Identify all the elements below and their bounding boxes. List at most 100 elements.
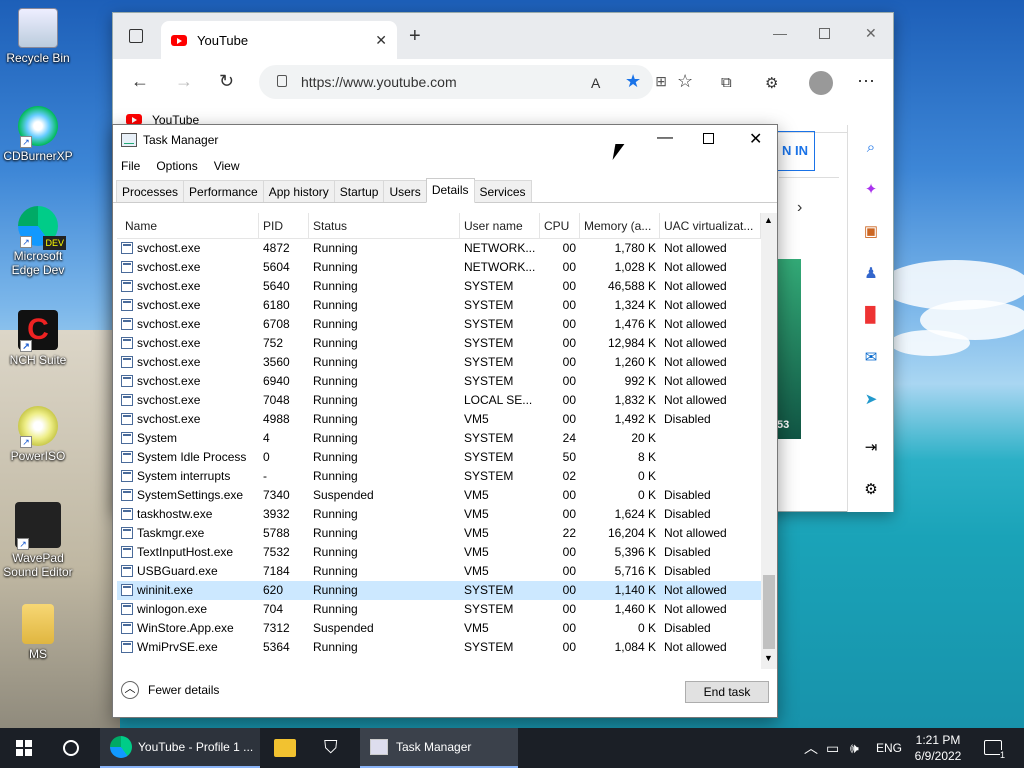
table-row[interactable]: WinStore.App.exe 7312 Suspended VM5 00 0 K Dis…: [117, 619, 761, 638]
desktop-icon-ms[interactable]: MS: [0, 604, 76, 661]
table-row[interactable]: svchost.exe 752 Running SYSTEM 00 12,984 K Not…: [117, 334, 761, 353]
table-row[interactable]: TextInputHost.exe 7532 Running VM5 00 5,396 K…: [117, 543, 761, 562]
settings-icon[interactable]: ⚙: [862, 481, 880, 499]
close-window-icon[interactable]: ✕: [865, 25, 877, 42]
volume-icon[interactable]: 🕪: [850, 728, 859, 768]
column-header-status[interactable]: Status: [309, 213, 460, 239]
close-tab-icon[interactable]: ✕: [375, 32, 387, 49]
table-row[interactable]: svchost.exe 5604 Running NETWORK... 00 1,028 …: [117, 258, 761, 277]
network-icon[interactable]: ▭: [826, 728, 839, 768]
column-header-pid[interactable]: PID: [259, 213, 309, 239]
title-bar[interactable]: Task Manager — ✕: [113, 125, 777, 155]
new-tab-icon[interactable]: +: [409, 25, 421, 48]
desktop-icon-cdburnerxp[interactable]: ↗ CDBurnerXP: [0, 106, 76, 163]
table-row[interactable]: svchost.exe 6180 Running SYSTEM 00 1,324 K Not…: [117, 296, 761, 315]
column-header-uac[interactable]: UAC virtualizat...: [660, 213, 761, 239]
desktop-icon-nch-suite[interactable]: C ↗ NCH Suite: [0, 310, 76, 367]
more-icon[interactable]: ⋯: [857, 71, 875, 92]
column-header-user[interactable]: User name: [460, 213, 540, 239]
table-row[interactable]: Taskmgr.exe 5788 Running VM5 22 16,204 K Not a…: [117, 524, 761, 543]
apps-icon[interactable]: ⊞: [655, 73, 667, 90]
cell-cpu: 00: [562, 317, 576, 331]
games-icon[interactable]: ♟: [862, 265, 880, 283]
back-icon[interactable]: ←: [131, 71, 149, 92]
taskbar-item-task-manager[interactable]: Task Manager: [360, 728, 518, 768]
minimize-icon[interactable]: —: [657, 129, 673, 147]
forward-icon[interactable]: →: [175, 71, 193, 92]
maximize-icon[interactable]: [819, 28, 830, 39]
maximize-icon[interactable]: [703, 133, 714, 144]
table-row[interactable]: SystemSettings.exe 7340 Suspended VM5 00 0 K D…: [117, 486, 761, 505]
office-icon[interactable]: ▉: [862, 307, 880, 325]
search-icon[interactable]: ⌕: [862, 139, 880, 157]
column-header-cpu[interactable]: CPU: [540, 213, 580, 239]
scroll-up-icon[interactable]: ▲: [764, 215, 773, 225]
sign-in-button[interactable]: N IN: [777, 131, 815, 171]
tab-actions-icon[interactable]: [129, 29, 143, 43]
table-row[interactable]: svchost.exe 3560 Running SYSTEM 00 1,260 K Not…: [117, 353, 761, 372]
favorite-star-icon[interactable]: ★: [625, 71, 641, 92]
thumbnail[interactable]: [777, 259, 801, 439]
table-row[interactable]: svchost.exe 5640 Running SYSTEM 00 46,588 K No…: [117, 277, 761, 296]
refresh-icon[interactable]: ↻: [219, 71, 234, 92]
table-row[interactable]: svchost.exe 6940 Running SYSTEM 00 992 K Not a…: [117, 372, 761, 391]
column-header-mem[interactable]: Memory (a...: [580, 213, 660, 239]
tab-app-history[interactable]: App history: [262, 180, 335, 202]
chevron-up-icon[interactable]: ︿: [804, 728, 818, 768]
table-row[interactable]: winlogon.exe 704 Running SYSTEM 00 1,460 K Not…: [117, 600, 761, 619]
scroll-thumb[interactable]: [763, 575, 775, 649]
table-row[interactable]: svchost.exe 4988 Running VM5 00 1,492 K Disabl…: [117, 410, 761, 429]
table-row[interactable]: wininit.exe 620 Running SYSTEM 00 1,140 K Not …: [117, 581, 761, 600]
outlook-icon[interactable]: ✉: [862, 349, 880, 367]
chevron-right-icon[interactable]: ›: [797, 199, 802, 217]
table-row[interactable]: USBGuard.exe 7184 Running VM5 00 5,716 K Disab…: [117, 562, 761, 581]
language-indicator[interactable]: ENG: [876, 728, 902, 768]
favorites-icon[interactable]: ☆: [677, 71, 693, 92]
table-row[interactable]: WmiPrvSE.exe 5364 Running SYSTEM 00 1,084 K No…: [117, 638, 761, 657]
security-shield-icon[interactable]: ⛉: [324, 737, 338, 758]
close-icon[interactable]: ✕: [749, 129, 762, 149]
menu-view[interactable]: View: [206, 159, 248, 173]
menu-file[interactable]: File: [113, 159, 148, 173]
table-row[interactable]: System interrupts - Running SYSTEM 02 0 K: [117, 467, 761, 486]
sparkle-icon[interactable]: ✦: [862, 181, 880, 199]
table-row[interactable]: System 4 Running SYSTEM 24 20 K: [117, 429, 761, 448]
browser-tab-youtube[interactable]: YouTube ✕: [161, 21, 397, 59]
read-aloud-icon[interactable]: A: [591, 75, 600, 91]
minimize-icon[interactable]: —: [773, 25, 787, 41]
table-row[interactable]: svchost.exe 6708 Running SYSTEM 00 1,476 K Not…: [117, 315, 761, 334]
extensions-icon[interactable]: ⚙: [765, 74, 778, 92]
column-header-name[interactable]: Name: [117, 213, 259, 239]
end-task-button[interactable]: End task: [685, 681, 769, 703]
tab-details[interactable]: Details: [425, 178, 475, 203]
desktop-icon-recycle-bin[interactable]: Recycle Bin: [0, 8, 76, 65]
scroll-down-icon[interactable]: ▼: [764, 653, 773, 663]
desktop-icon-poweriso[interactable]: ↗ PowerISO: [0, 406, 76, 463]
tab-performance[interactable]: Performance: [183, 180, 264, 202]
table-row[interactable]: System Idle Process 0 Running SYSTEM 50 8 K: [117, 448, 761, 467]
sidebar-toggle-icon[interactable]: ⇥: [862, 439, 880, 457]
search-circle-icon[interactable]: [63, 740, 79, 756]
desktop-icon-wavepad[interactable]: ↗ WavePad Sound Editor: [0, 502, 76, 579]
tab-users[interactable]: Users: [383, 180, 427, 202]
table-row[interactable]: taskhostw.exe 3932 Running VM5 00 1,624 K Disa…: [117, 505, 761, 524]
profile-avatar[interactable]: [809, 71, 833, 95]
tab-services[interactable]: Services: [473, 180, 532, 202]
start-icon[interactable]: [16, 740, 32, 756]
fewer-details-button[interactable]: ︿ Fewer details: [121, 681, 219, 699]
tools-icon[interactable]: ▣: [862, 223, 880, 241]
collections-icon[interactable]: ⧉: [721, 74, 732, 91]
details-table: Name PID Status User name CPU Memory (a... UAC…: [117, 213, 761, 669]
scrollbar[interactable]: ▲ ▼: [761, 213, 777, 669]
table-row[interactable]: svchost.exe 7048 Running LOCAL SE... 00 1,832…: [117, 391, 761, 410]
file-explorer-icon[interactable]: [274, 739, 296, 757]
table-row[interactable]: svchost.exe 4872 Running NETWORK... 00 1,780 …: [117, 239, 761, 258]
clock[interactable]: 1:21 PM 6/9/2022: [912, 732, 964, 764]
send-icon[interactable]: ➤: [862, 391, 880, 409]
menu-options[interactable]: Options: [148, 159, 205, 173]
desktop-icon-edge-dev[interactable]: ↗ DEV Microsoft Edge Dev: [0, 206, 76, 277]
process-name: svchost.exe: [137, 279, 201, 293]
tab-startup[interactable]: Startup: [333, 180, 385, 202]
tab-processes[interactable]: Processes: [116, 180, 185, 202]
taskbar-item-edge[interactable]: YouTube - Profile 1 ...: [100, 728, 260, 768]
